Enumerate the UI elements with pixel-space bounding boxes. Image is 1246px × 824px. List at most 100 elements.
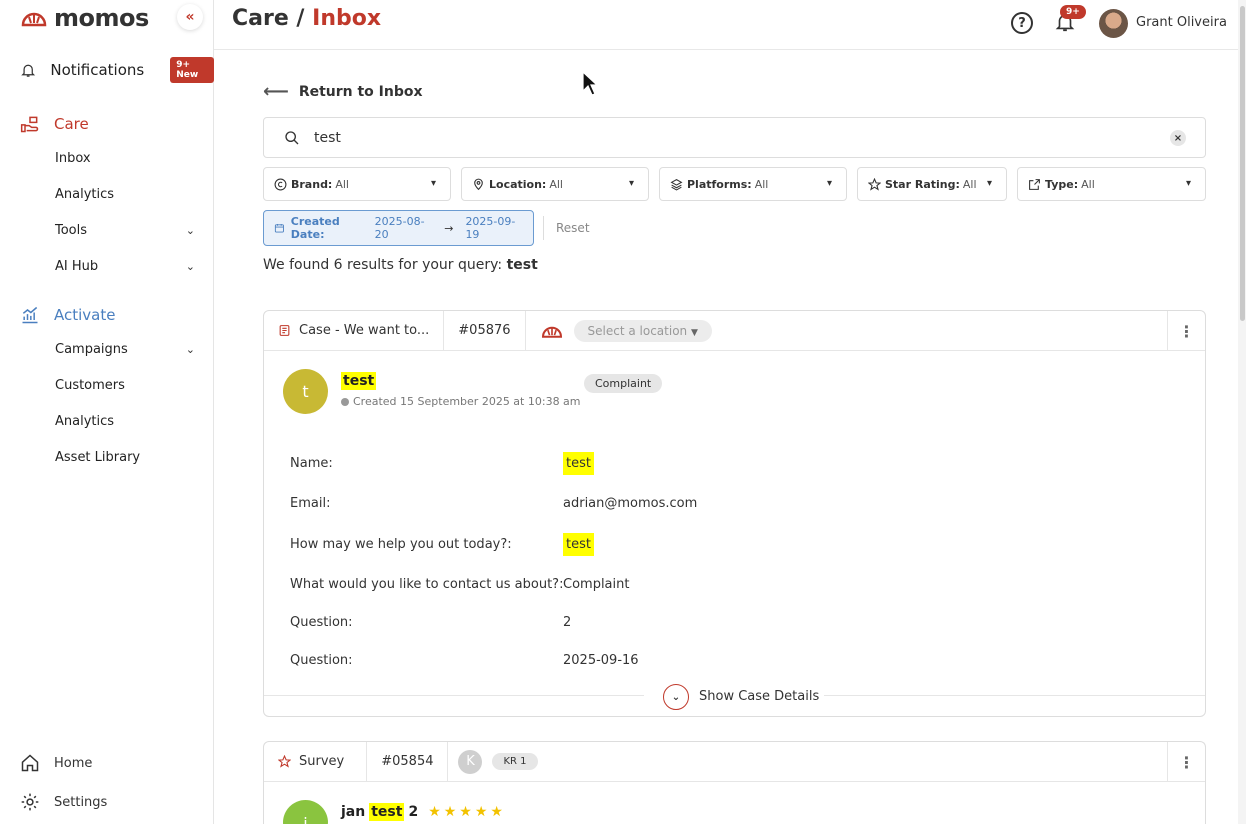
star-rating: ★★★★★: [428, 804, 506, 820]
divider: [264, 695, 644, 696]
main-content: ⟵ Return to Inbox test × Brand: All ▾ Loc…: [214, 50, 1238, 824]
sidebar-item-label: Analytics: [55, 187, 115, 202]
sidebar-item-campaigns[interactable]: Campaigns ⌄: [55, 342, 195, 357]
result-query: test: [506, 257, 538, 273]
result-summary: We found 6 results for your query: test: [263, 257, 538, 273]
sidebar-item-notifications[interactable]: Notifications 9+ New: [0, 57, 214, 83]
case-id-text: #05876: [458, 323, 511, 338]
date-arrow-icon: →: [444, 221, 454, 235]
scrollbar-thumb[interactable]: [1240, 6, 1245, 321]
brand-filter[interactable]: Brand: All ▾: [263, 167, 451, 201]
field-label: Question:: [290, 653, 353, 668]
sidebar-item-inbox[interactable]: Inbox: [55, 151, 195, 166]
help-icon[interactable]: ?: [1011, 12, 1033, 34]
sidebar-item-asset-library[interactable]: Asset Library: [55, 450, 195, 465]
field-label: Email:: [290, 496, 331, 511]
sidebar-item-label: Notifications: [50, 61, 145, 79]
collapse-sidebar-button[interactable]: «: [177, 4, 203, 30]
sidebar-item-label: Campaigns: [55, 342, 128, 357]
clock-icon: [341, 397, 349, 406]
sidebar-item-label: Settings: [54, 794, 108, 810]
location-filter[interactable]: Location: All ▾: [461, 167, 649, 201]
sidebar-item-activate-analytics[interactable]: Analytics: [55, 414, 195, 429]
brand-logo: [526, 311, 564, 351]
sidebar-item-label: Home: [54, 755, 93, 771]
case-title-segment[interactable]: Case - We want to...: [264, 310, 445, 351]
reset-button[interactable]: Reset: [556, 221, 590, 235]
sidebar-item-home[interactable]: Home: [0, 751, 214, 775]
field-value: 2: [563, 615, 572, 630]
field-value: test: [563, 452, 594, 475]
sidebar-item-label: Inbox: [55, 151, 91, 166]
sidebar-item-label: Activate: [54, 306, 116, 324]
created-date-filter[interactable]: Created Date: 2025-08-20 → 2025-09-19: [263, 210, 534, 246]
star-icon: [868, 177, 881, 191]
survey-card[interactable]: Survey #05854 K KR 1 ⋮ j jan test 2 ★★★★…: [263, 741, 1206, 824]
sidebar-item-tools[interactable]: Tools ⌄: [55, 223, 195, 238]
case-customer-name: test: [341, 372, 377, 390]
more-options-icon[interactable]: ⋮: [1167, 311, 1205, 351]
bell-icon: [21, 64, 36, 77]
app: momos « Notifications 9+ New Care Inbox …: [0, 0, 1246, 824]
sidebar-item-label: Asset Library: [55, 450, 141, 465]
notifications-new-badge: 9+ New: [170, 57, 214, 83]
filter-label: Platforms:: [687, 177, 752, 191]
location-pin-icon: [472, 177, 485, 191]
star-outline-icon: [278, 755, 291, 768]
field-label: How may we help you out today?:: [290, 537, 512, 552]
location-badge[interactable]: KR 1: [492, 753, 538, 770]
case-title: Case - We want to...: [299, 323, 430, 338]
avatar: j: [283, 800, 328, 824]
star-rating-filter[interactable]: Star Rating: All ▾: [857, 167, 1007, 201]
case-card[interactable]: Case - We want to... #05876 Select a loc…: [263, 310, 1206, 717]
select-location-dropdown[interactable]: Select a location ▼: [573, 319, 712, 342]
filter-label: Type:: [1045, 177, 1079, 191]
breadcrumb-current: Inbox: [312, 6, 382, 31]
sidebar-item-care-analytics[interactable]: Analytics: [55, 187, 195, 202]
sidebar: momos « Notifications 9+ New Care Inbox …: [0, 0, 214, 824]
show-case-details-button[interactable]: ⌄ Show Case Details: [264, 684, 1205, 710]
sidebar-item-settings[interactable]: Settings: [0, 790, 214, 814]
search-icon: [285, 131, 299, 145]
filter-label: Location:: [489, 177, 547, 191]
date-from: 2025-08-20: [374, 215, 425, 241]
sidebar-item-activate[interactable]: Activate: [0, 303, 214, 327]
notification-count-badge: 9+: [1060, 5, 1086, 19]
filter-value: All: [962, 177, 977, 191]
chevron-down-icon: ▾: [1185, 178, 1191, 189]
card-header: Survey #05854 K KR 1 ⋮: [264, 741, 1205, 782]
sidebar-item-label: AI Hub: [55, 259, 99, 274]
sidebar-item-label: Care: [54, 115, 89, 133]
status-badge: Complaint: [584, 374, 663, 393]
user-name[interactable]: Grant Oliveira: [1136, 15, 1227, 30]
sidebar-item-label: Tools: [55, 223, 88, 238]
sidebar-item-care[interactable]: Care: [0, 112, 214, 136]
survey-title-segment[interactable]: Survey: [264, 741, 368, 782]
divider: [543, 216, 544, 240]
momos-logo-icon: [541, 326, 562, 338]
search-input[interactable]: test ×: [263, 117, 1206, 158]
arrow-left-icon: ⟵: [263, 81, 289, 102]
chevron-down-icon: ⌄: [185, 224, 195, 237]
sidebar-item-ai-hub[interactable]: AI Hub ⌄: [55, 259, 195, 274]
care-hand-icon: [20, 116, 39, 133]
created-text: Created 15 September 2025 at 10:38 am: [353, 395, 581, 408]
logo[interactable]: momos: [20, 4, 149, 32]
type-filter[interactable]: Type: All ▾: [1017, 167, 1206, 201]
field-value: Complaint: [563, 577, 630, 592]
chevron-down-icon: ⌄: [185, 343, 195, 356]
clear-search-icon[interactable]: ×: [1170, 130, 1186, 146]
filter-value: All: [549, 177, 563, 191]
avatar[interactable]: [1099, 9, 1128, 38]
field-value: adrian@momos.com: [563, 496, 698, 511]
breadcrumb-parent[interactable]: Care /: [232, 6, 304, 31]
sidebar-item-label: Analytics: [55, 414, 115, 429]
sidebar-item-customers[interactable]: Customers: [55, 378, 195, 393]
more-options-icon[interactable]: ⋮: [1167, 742, 1205, 782]
calendar-icon: [274, 223, 284, 233]
field-label: Question:: [290, 615, 353, 630]
mouse-cursor-icon: [582, 71, 598, 96]
case-form-icon: [279, 325, 290, 336]
platforms-filter[interactable]: Platforms: All ▾: [659, 167, 847, 201]
return-to-inbox-link[interactable]: ⟵ Return to Inbox: [263, 81, 423, 102]
